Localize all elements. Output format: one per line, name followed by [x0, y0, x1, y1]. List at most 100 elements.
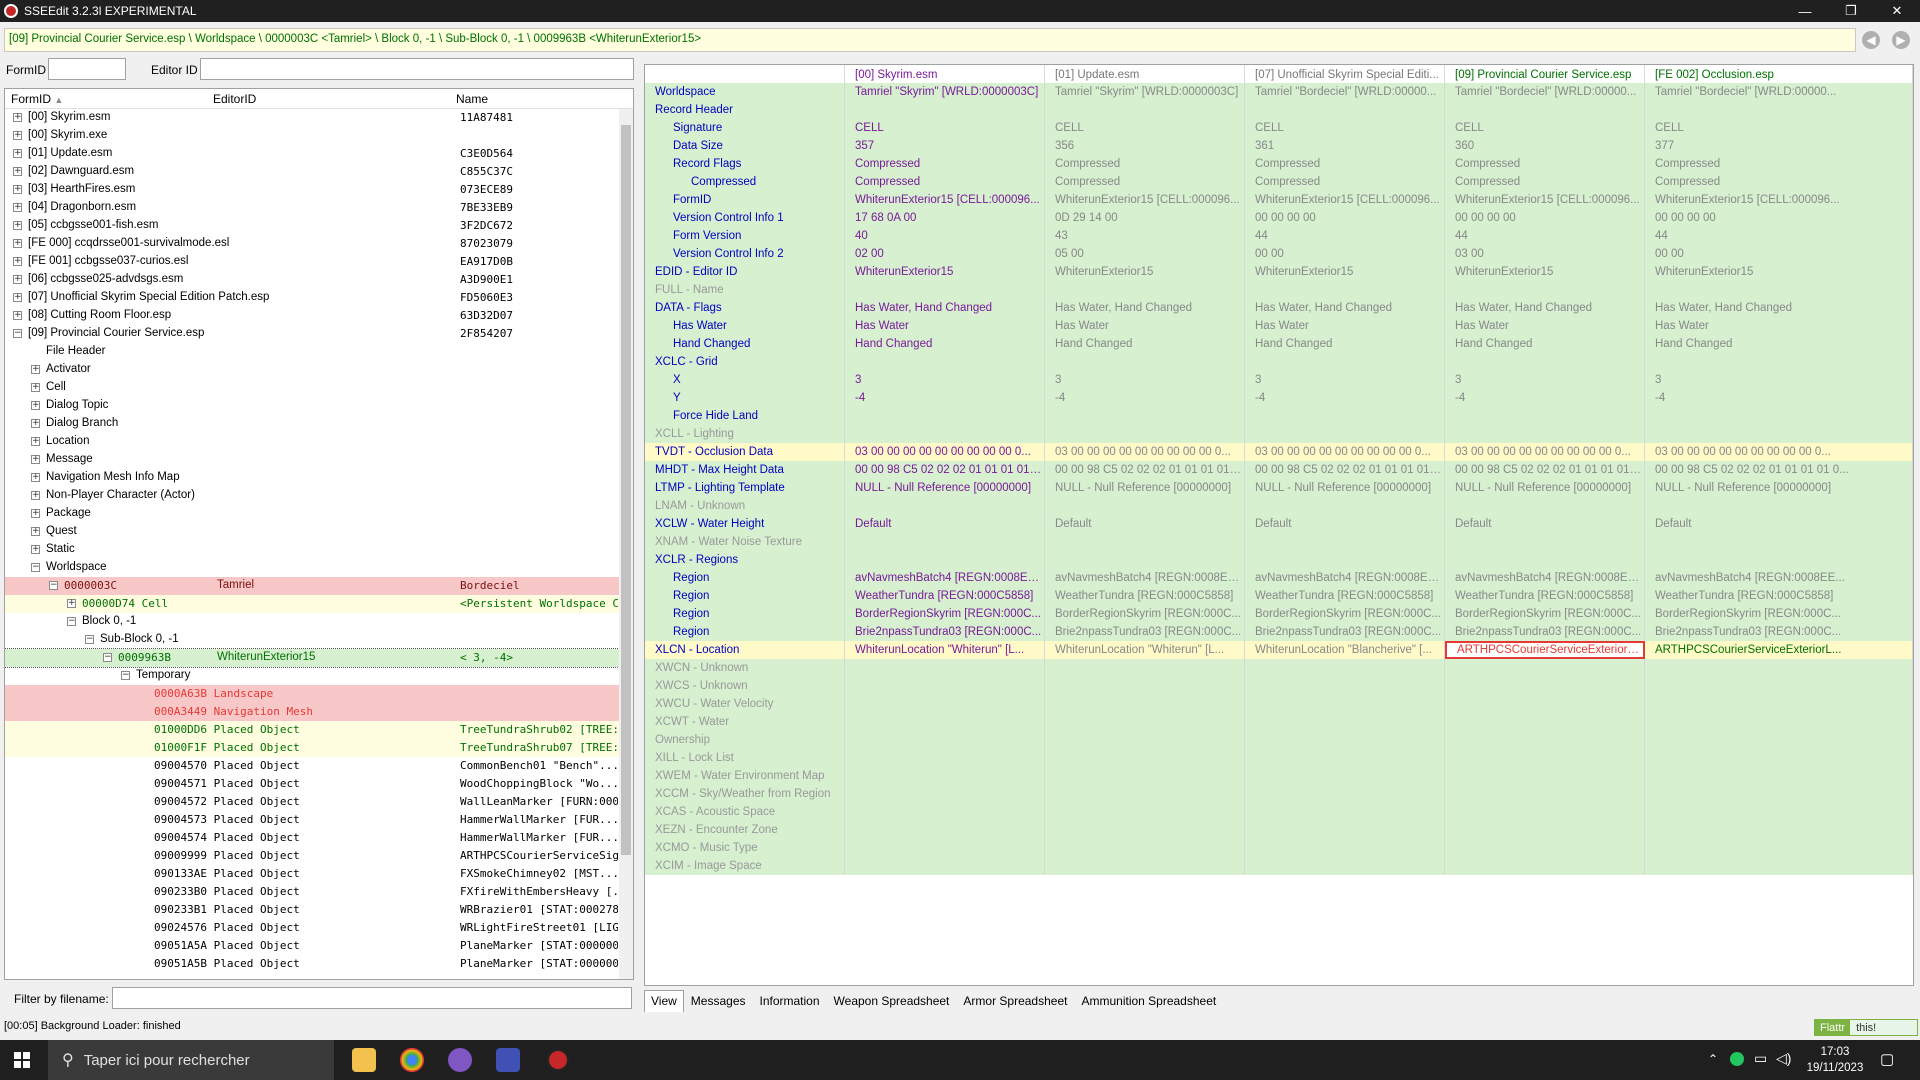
tree-header-formid[interactable]: FormID ▲	[11, 92, 63, 106]
grid-value-cell[interactable]: WhiterunExterior15	[1645, 263, 1913, 281]
grid-value-cell[interactable]	[1045, 713, 1245, 731]
grid-value-cell[interactable]	[1245, 857, 1445, 875]
grid-value-cell[interactable]: 00 00 98 C5 02 02 02 01 01 01 01 0...	[1045, 461, 1245, 479]
grid-value-cell[interactable]	[845, 821, 1045, 839]
grid-value-cell[interactable]	[1645, 677, 1913, 695]
grid-value-cell[interactable]: Hand Changed	[1645, 335, 1913, 353]
tab-information[interactable]: Information	[753, 990, 827, 1012]
tree-row[interactable]: + Package	[5, 505, 619, 523]
tree-row[interactable]: + [FE 000] ccqdrsse001-survivalmode.esl 87…	[5, 235, 619, 253]
tree-row[interactable]: 09004571 Placed Object WoodChoppingBlock …	[5, 775, 619, 793]
grid-value-cell[interactable]: 00 00 98 C5 02 02 02 01 01 01 01 0...	[845, 461, 1045, 479]
tree-row[interactable]: 0000A63B Landscape	[5, 685, 619, 703]
network-icon[interactable]: ▭	[1754, 1050, 1767, 1067]
grid-value-cell[interactable]	[1045, 821, 1245, 839]
grid-value-cell[interactable]: Brie2npassTundra03 [REGN:000C...	[1645, 623, 1913, 641]
grid-value-cell[interactable]: 0D 29 14 00	[1045, 209, 1245, 227]
grid-value-cell[interactable]: 03 00	[1445, 245, 1645, 263]
tree-row[interactable]: 090133AE Placed Object FXSmokeChimney02 […	[5, 865, 619, 883]
grid-value-cell[interactable]: Compressed	[1645, 173, 1913, 191]
grid-value-cell[interactable]	[1445, 353, 1645, 371]
expand-icon[interactable]: +	[13, 112, 22, 122]
grid-value-cell[interactable]: WhiterunLocation "Whiterun" [L...	[845, 641, 1045, 659]
grid-value-cell[interactable]: Tamriel "Bordeciel" [WRLD:00000...	[1445, 83, 1645, 101]
grid-value-cell[interactable]	[845, 677, 1045, 695]
grid-value-cell[interactable]	[1045, 839, 1245, 857]
grid-row[interactable]: Region avNavmeshBatch4 [REGN:0008EE... avN…	[645, 569, 1913, 587]
grid-value-cell[interactable]: ARTHPCSCourierServiceExteriorL...	[1645, 641, 1913, 659]
tree-row[interactable]: 000A3449 Navigation Mesh	[5, 703, 619, 721]
grid-value-cell[interactable]	[1045, 407, 1245, 425]
grid-row[interactable]: XWCU - Water Velocity	[645, 695, 1913, 713]
expand-icon[interactable]: +	[13, 238, 22, 248]
grid-value-cell[interactable]: -4	[1445, 389, 1645, 407]
chrome-icon[interactable]	[400, 1048, 424, 1072]
grid-value-cell[interactable]	[1445, 497, 1645, 515]
tree-row[interactable]: + Cell	[5, 379, 619, 397]
grid-value-cell[interactable]: Tamriel "Skyrim" [WRLD:0000003C]	[845, 83, 1045, 101]
grid-value-cell[interactable]: Has Water, Hand Changed	[1045, 299, 1245, 317]
grid-value-cell[interactable]	[1245, 407, 1445, 425]
expand-icon[interactable]: +	[31, 454, 40, 464]
grid-value-cell[interactable]: 03 00 00 00 00 00 00 00 00 00 0...	[1645, 443, 1913, 461]
tree-row[interactable]: File Header	[5, 343, 619, 361]
expand-icon[interactable]: +	[67, 599, 76, 608]
grid-row[interactable]: LNAM - Unknown	[645, 497, 1913, 515]
tab-weapon-spreadsheet[interactable]: Weapon Spreadsheet	[827, 990, 957, 1012]
grid-value-cell[interactable]: WeatherTundra [REGN:000C5858]	[1245, 587, 1445, 605]
grid-value-cell[interactable]	[1245, 731, 1445, 749]
filter-input[interactable]	[112, 987, 632, 1009]
tree-scrollbar[interactable]	[619, 109, 633, 979]
grid-value-cell[interactable]: -4	[1245, 389, 1445, 407]
expand-icon[interactable]: +	[31, 472, 40, 482]
grid-value-cell[interactable]: Compressed	[1045, 173, 1245, 191]
grid-value-cell[interactable]	[1645, 425, 1913, 443]
grid-value-cell[interactable]: Has Water	[1645, 317, 1913, 335]
grid-value-cell[interactable]	[1245, 803, 1445, 821]
grid-value-cell[interactable]: BorderRegionSkyrim [REGN:000C...	[1445, 605, 1645, 623]
tree-row[interactable]: 01000DD6 Placed Object TreeTundraShrub02 …	[5, 721, 619, 739]
grid-value-cell[interactable]: avNavmeshBatch4 [REGN:0008EE...	[1245, 569, 1445, 587]
grid-value-cell[interactable]: 3	[1245, 371, 1445, 389]
grid-value-cell[interactable]	[845, 551, 1045, 569]
grid-value-cell[interactable]	[1645, 353, 1913, 371]
grid-value-cell[interactable]: Has Water	[1245, 317, 1445, 335]
expand-icon[interactable]: +	[13, 202, 22, 212]
formid-input[interactable]	[48, 58, 126, 80]
grid-value-cell[interactable]: 03 00 00 00 00 00 00 00 00 00 0...	[845, 443, 1045, 461]
grid-value-cell[interactable]: WhiterunExterior15	[1445, 263, 1645, 281]
grid-value-cell[interactable]: NULL - Null Reference [00000000]	[1245, 479, 1445, 497]
close-button[interactable]: ✕	[1874, 0, 1920, 22]
grid-value-cell[interactable]: CELL	[1445, 119, 1645, 137]
grid-value-cell[interactable]	[1645, 407, 1913, 425]
grid-value-cell[interactable]	[1045, 695, 1245, 713]
grid-value-cell[interactable]	[1645, 497, 1913, 515]
tree-row[interactable]: + Message	[5, 451, 619, 469]
grid-value-cell[interactable]: 40	[845, 227, 1045, 245]
grid-value-cell[interactable]	[845, 731, 1045, 749]
grid-row[interactable]: XWCS - Unknown	[645, 677, 1913, 695]
grid-value-cell[interactable]: WhiterunExterior15 [CELL:000096...	[1645, 191, 1913, 209]
grid-value-cell[interactable]: Default	[1445, 515, 1645, 533]
grid-value-cell[interactable]	[1245, 839, 1445, 857]
grid-row[interactable]: X33333	[645, 371, 1913, 389]
grid-value-cell[interactable]: CELL	[1245, 119, 1445, 137]
grid-value-cell[interactable]: WeatherTundra [REGN:000C5858]	[845, 587, 1045, 605]
grid-value-cell[interactable]	[1445, 713, 1645, 731]
grid-value-cell[interactable]: Default	[1645, 515, 1913, 533]
grid-value-cell[interactable]	[1445, 101, 1645, 119]
grid-row[interactable]: Data Size 357 356 361 360 377	[645, 137, 1913, 155]
grid-value-cell[interactable]: WhiterunExterior15 [CELL:000096...	[845, 191, 1045, 209]
tree-row[interactable]: + [FE 001] ccbgsse037-curios.esl EA917D0B	[5, 253, 619, 271]
expand-icon[interactable]: +	[31, 490, 40, 500]
grid-row[interactable]: XCCM - Sky/Weather from Region	[645, 785, 1913, 803]
grid-value-cell[interactable]	[1645, 749, 1913, 767]
grid-value-cell[interactable]	[845, 713, 1045, 731]
grid-value-cell[interactable]: Default	[1245, 515, 1445, 533]
grid-value-cell[interactable]	[1045, 353, 1245, 371]
grid-value-cell[interactable]	[1045, 425, 1245, 443]
grid-value-cell[interactable]: Compressed	[845, 173, 1045, 191]
tree-row[interactable]: + [07] Unofficial Skyrim Special Edition …	[5, 289, 619, 307]
grid-value-cell[interactable]: BorderRegionSkyrim [REGN:000C...	[845, 605, 1045, 623]
grid-row[interactable]: Hand Changed Hand Changed Hand Changed Hand…	[645, 335, 1913, 353]
